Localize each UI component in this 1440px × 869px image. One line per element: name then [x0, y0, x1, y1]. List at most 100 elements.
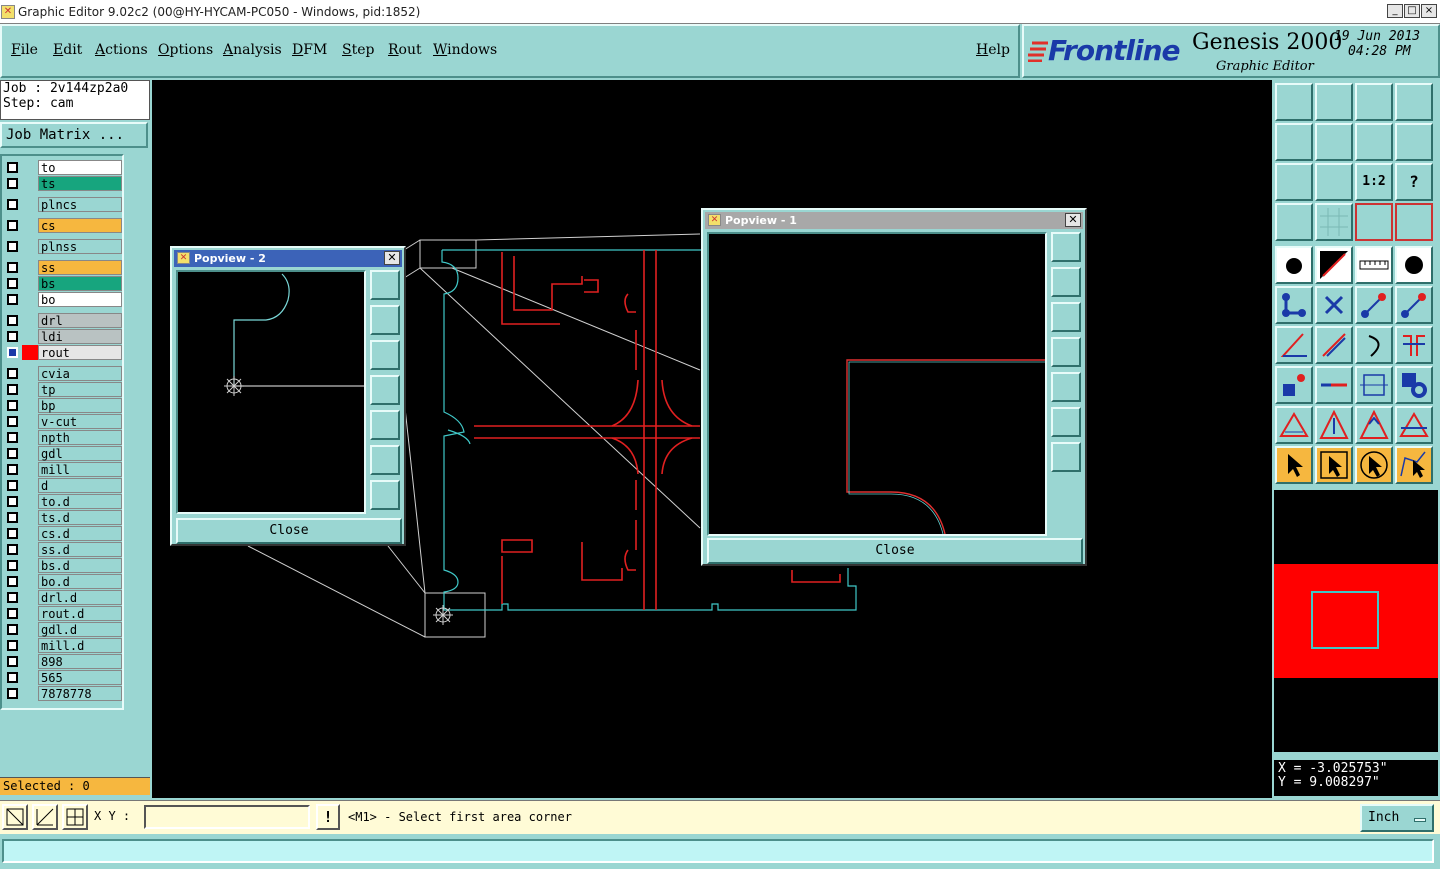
layer-color-swatch[interactable]: [22, 218, 38, 233]
zoom-fit-icon[interactable]: [1275, 163, 1313, 201]
layer-row[interactable]: to.d: [4, 494, 122, 509]
menu-options[interactable]: Options: [158, 42, 213, 58]
popview-2-zoom-in-icon[interactable]: [370, 480, 400, 510]
minimize-button[interactable]: _: [1387, 4, 1403, 18]
layer-checkbox[interactable]: [7, 656, 18, 667]
layer-name[interactable]: rout: [38, 345, 122, 360]
mirror-tool-icon[interactable]: [1395, 326, 1433, 364]
triangle-edit-icon[interactable]: [1315, 406, 1353, 444]
layer-checkbox[interactable]: [7, 448, 18, 459]
layer-name[interactable]: ldi: [38, 329, 122, 344]
popview-1-zoom-in-icon[interactable]: [1051, 442, 1081, 472]
layer-color-swatch[interactable]: [22, 686, 38, 701]
layer-color-swatch[interactable]: [22, 654, 38, 669]
arc-tool-icon[interactable]: [1355, 326, 1393, 364]
layer-checkbox[interactable]: [7, 220, 18, 231]
layer-checkbox[interactable]: [7, 331, 18, 342]
prompt-alert-icon[interactable]: !: [316, 804, 340, 830]
layer-row[interactable]: bs: [4, 276, 122, 291]
layer-row[interactable]: rout: [4, 345, 122, 360]
menu-rout[interactable]: Rout: [388, 42, 422, 58]
close-button[interactable]: ×: [1421, 4, 1437, 18]
layer-color-swatch[interactable]: [22, 260, 38, 275]
menu-actions[interactable]: Actions: [95, 42, 148, 58]
layer-row[interactable]: 7878778: [4, 686, 122, 701]
scale-1-2-icon[interactable]: 1:2: [1355, 163, 1393, 201]
settings-icon[interactable]: [1275, 203, 1313, 241]
layer-checkbox[interactable]: [7, 640, 18, 651]
snap-mode-icon[interactable]: [2, 804, 28, 830]
layer-name[interactable]: to: [38, 160, 122, 175]
layer-name[interactable]: drl: [38, 313, 122, 328]
layer-color-swatch[interactable]: [22, 526, 38, 541]
xy-input[interactable]: [144, 805, 310, 829]
pan-left-icon[interactable]: [1275, 123, 1313, 161]
move-feature-icon[interactable]: [1355, 286, 1393, 324]
menu-edit[interactable]: Edit: [53, 42, 82, 58]
popview-1-pan-up-icon[interactable]: [1051, 267, 1081, 297]
layer-color-swatch[interactable]: [22, 494, 38, 509]
maximize-button[interactable]: □: [1404, 4, 1420, 18]
layer-name[interactable]: bs.d: [38, 558, 122, 573]
layer-color-swatch[interactable]: [22, 176, 38, 191]
layer-color-swatch[interactable]: [22, 606, 38, 621]
layer-row[interactable]: gdl.d: [4, 622, 122, 637]
layer-color-swatch[interactable]: [22, 382, 38, 397]
layer-name[interactable]: v-cut: [38, 414, 122, 429]
layer-color-swatch[interactable]: [22, 446, 38, 461]
layer-row[interactable]: drl: [4, 313, 122, 328]
measure-mode-icon[interactable]: [32, 804, 58, 830]
layer-name[interactable]: ts.d: [38, 510, 122, 525]
layer-checkbox[interactable]: [7, 347, 18, 358]
layer-color-swatch[interactable]: [22, 670, 38, 685]
layer-checkbox[interactable]: [7, 162, 18, 173]
redraw-icon[interactable]: [1355, 123, 1393, 161]
layer-color-swatch[interactable]: [22, 574, 38, 589]
layer-row[interactable]: ts: [4, 176, 122, 191]
layer-row[interactable]: d: [4, 478, 122, 493]
layer-row[interactable]: plnss: [4, 239, 122, 254]
layer-row[interactable]: bo.d: [4, 574, 122, 589]
group-icon[interactable]: [1395, 366, 1433, 404]
select-arrow-icon[interactable]: [1275, 446, 1313, 484]
select-circle-icon[interactable]: [1355, 446, 1393, 484]
grid-icon[interactable]: [1315, 203, 1353, 241]
layer-checkbox[interactable]: [7, 464, 18, 475]
layer-row[interactable]: rout.d: [4, 606, 122, 621]
layer-name[interactable]: ss: [38, 260, 122, 275]
popview-1-zoom-out-icon[interactable]: [1051, 407, 1081, 437]
layer-checkbox[interactable]: [7, 576, 18, 587]
ruler-icon[interactable]: [1355, 246, 1393, 284]
zoom-in-icon[interactable]: [1315, 163, 1353, 201]
layer-row[interactable]: npth: [4, 430, 122, 445]
layer-checkbox[interactable]: [7, 688, 18, 699]
layer-name[interactable]: bp: [38, 398, 122, 413]
select-box-icon[interactable]: [1315, 446, 1353, 484]
angle-line-icon[interactable]: [1275, 326, 1313, 364]
layer-checkbox[interactable]: [7, 480, 18, 491]
popview-2-pan-left-icon[interactable]: [370, 375, 400, 405]
layer-row[interactable]: cs: [4, 218, 122, 233]
snap-icon[interactable]: [1395, 123, 1433, 161]
layer-row[interactable]: cs.d: [4, 526, 122, 541]
layer-color-swatch[interactable]: [22, 510, 38, 525]
popview-2-pan-right-icon[interactable]: [370, 410, 400, 440]
zoom-down-icon[interactable]: [1315, 83, 1353, 121]
layer-checkbox[interactable]: [7, 560, 18, 571]
layer-color-swatch[interactable]: [22, 622, 38, 637]
popview-1-window[interactable]: ✕ Popview - 1 ✕ Close: [701, 208, 1087, 566]
zoom-home-icon[interactable]: [1275, 83, 1313, 121]
layer-checkbox[interactable]: [7, 384, 18, 395]
layer-checkbox[interactable]: [7, 368, 18, 379]
popview-1-close-icon[interactable]: ✕: [1065, 213, 1081, 227]
layer-name[interactable]: drl.d: [38, 590, 122, 605]
layer-name[interactable]: plnss: [38, 239, 122, 254]
layer-checkbox[interactable]: [7, 544, 18, 555]
layer-checkbox[interactable]: [7, 262, 18, 273]
layer-row[interactable]: to: [4, 160, 122, 175]
units-select[interactable]: Inch: [1360, 804, 1434, 832]
layer-checkbox[interactable]: [7, 178, 18, 189]
layer-color-swatch[interactable]: [22, 329, 38, 344]
popview-2-window[interactable]: ✕ Popview - 2 ✕ Close: [170, 246, 406, 546]
layer-checkbox[interactable]: [7, 199, 18, 210]
